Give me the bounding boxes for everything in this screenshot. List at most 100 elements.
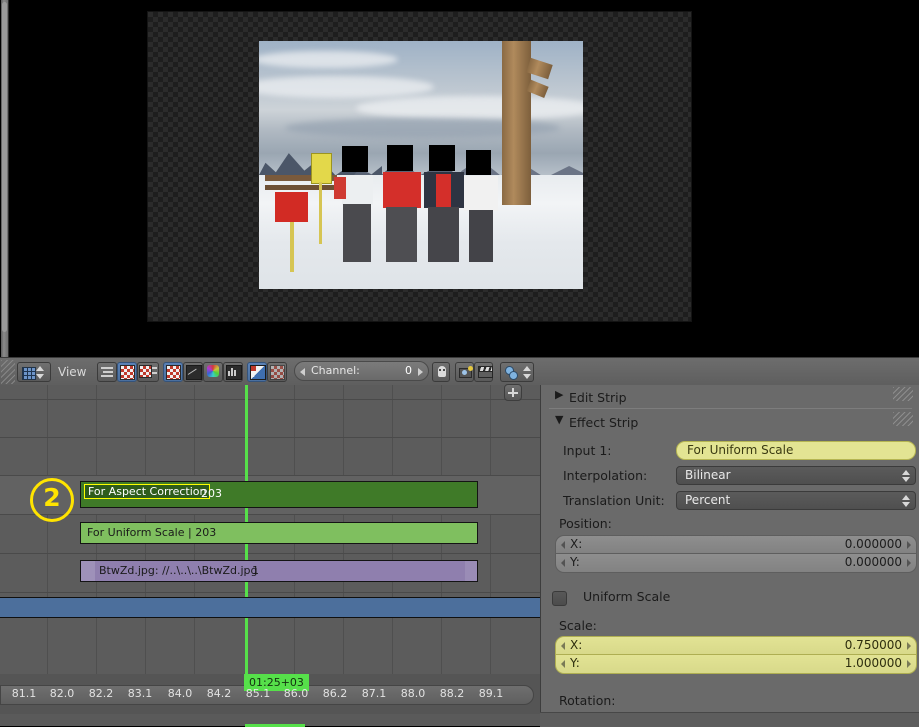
ruler-tick: 87.1 [361,687,387,700]
photo-fence [265,184,337,190]
preview-vertical-scrollbar[interactable] [1,0,9,357]
decrement-arrow[interactable] [561,559,565,567]
strip-btwzd-image[interactable]: BtwZd.jpg: //..\..\..\BtwZd.jpg 1 [80,560,478,582]
strip-right-handle[interactable] [465,561,477,581]
panel-expand-arrow[interactable]: ▼ [555,413,563,426]
scale-y-field[interactable]: Y: 1.000000 [555,655,917,674]
sequencer-timeline[interactable]: For Aspect Correction 203 For Uniform Sc… [0,385,540,674]
chevron-updown-icon[interactable] [902,470,910,482]
photo-sign-pole [318,182,323,245]
ruler-tick: 83.1 [127,687,153,700]
panel-grip[interactable] [893,412,913,426]
uniform-scale-label: Uniform Scale [583,589,671,604]
strip-for-uniform-scale[interactable]: For Uniform Scale | 203 [80,522,478,544]
scale-y-value: 1.000000 [844,656,902,670]
properties-sidebar: ▶ Edit Strip ▼ Effect Strip Input 1: For… [540,385,919,726]
decrement-arrow[interactable] [561,642,565,650]
ruler-tick: 82.0 [49,687,75,700]
interpolation-label: Interpolation: [563,468,648,483]
photo-face-redaction [386,145,413,172]
photo-red-sign [275,192,308,223]
position-label: Position: [559,516,612,531]
scrollbar-thumb[interactable] [2,2,7,332]
ghost-icon[interactable] [432,362,450,382]
proxy-toggle-icon[interactable] [267,362,287,382]
proxy-render-icon[interactable] [500,362,534,382]
header-corner-grip[interactable] [1,360,15,384]
annotation-callout-2: 2 [30,478,74,522]
properties-footer [540,712,919,727]
chevron-updown-icon[interactable] [902,495,910,507]
panel-title: Effect Strip [569,415,639,430]
strip-duration: 203 [201,487,222,500]
decrement-arrow[interactable] [561,541,565,549]
strip-for-aspect-correction[interactable]: For Aspect Correction 203 [80,481,478,508]
increment-arrow[interactable] [907,541,911,549]
photo-sign-pole [289,222,294,272]
position-x-label: X: [570,537,583,551]
channel-label: Channel: [311,364,360,377]
scale-x-field[interactable]: X: 0.750000 [555,636,917,655]
sequencer-header: View [0,357,919,387]
panel-collapse-arrow[interactable]: ▶ [555,388,563,401]
translation-unit-dropdown[interactable]: Percent [676,491,916,510]
input1-label: Input 1: [563,443,612,458]
channel-increment-arrow[interactable] [418,368,423,376]
sequencer-view-icon[interactable] [97,362,117,382]
clapperboard-icon[interactable] [474,362,493,382]
time-ruler[interactable]: 01:25+03 81.1 82.0 82.2 83.1 84.0 84.2 8… [0,674,540,727]
ruler-tick: 85.1 [245,687,271,700]
vectorscope-display-icon[interactable] [203,362,223,382]
panel-header-edit-strip[interactable]: ▶ Edit Strip [541,387,919,409]
image-display-icon[interactable] [163,362,183,382]
panel-grip[interactable] [893,387,913,401]
ruler-tick: 89.1 [478,687,504,700]
ruler-tick: 88.0 [400,687,426,700]
decrement-arrow[interactable] [561,660,565,668]
histogram-display-icon[interactable] [223,362,243,382]
strip-label: For Uniform Scale | 203 [87,526,217,539]
preview-canvas-checkerboard[interactable] [147,11,692,322]
increment-arrow[interactable] [907,660,911,668]
view-menu[interactable]: View [58,362,86,382]
increment-arrow[interactable] [907,559,911,567]
waveform-display-icon[interactable] [183,362,203,382]
photo-face-redaction [466,150,491,175]
input1-value: For Uniform Scale [687,443,794,457]
position-y-value: 0.000000 [844,555,902,569]
increment-arrow[interactable] [907,642,911,650]
strip-left-handle[interactable] [81,561,95,581]
panel-header-effect-strip[interactable]: ▼ Effect Strip [541,412,919,434]
channel-field[interactable]: Channel: 0 [294,361,429,381]
interpolation-dropdown[interactable]: Bilinear [676,466,916,485]
position-x-field[interactable]: X: 0.000000 [555,535,917,554]
sidebar-toggle-plus-button[interactable] [504,384,522,401]
photo-person [460,160,502,262]
photo-face-redaction [429,145,455,172]
sequencer-preview-icon[interactable] [137,362,159,382]
scale-x-value: 0.750000 [844,638,902,652]
uniform-scale-checkbox[interactable] [552,591,567,606]
editor-type-icon[interactable] [17,362,51,382]
strip-name-badge: For Aspect Correction [84,484,211,499]
strip-duration: 1 [252,564,259,577]
ruler-tick: 86.2 [322,687,348,700]
ruler-tick: 81.1 [11,687,37,700]
input1-field[interactable]: For Uniform Scale [676,441,916,460]
photo-yellow-sign [310,152,333,185]
translation-unit-label: Translation Unit: [563,493,665,508]
ruler-tick: 84.0 [167,687,193,700]
ruler-tick: 82.2 [88,687,114,700]
ruler-tick: 86.0 [283,687,309,700]
channel-decrement-arrow[interactable] [300,368,305,376]
overlay-toggle-icon[interactable] [247,362,267,382]
image-preview-icon[interactable] [117,362,137,382]
meta-strip[interactable] [0,597,540,618]
photo-wooden-post [502,41,532,205]
snapshot-icon[interactable] [455,362,474,382]
photo-face-redaction [341,146,368,173]
strip-label: BtwZd.jpg: //..\..\..\BtwZd.jpg [99,564,258,577]
position-y-field[interactable]: Y: 0.000000 [555,554,917,573]
interpolation-value: Bilinear [685,468,731,482]
scale-y-label: Y: [570,656,580,670]
